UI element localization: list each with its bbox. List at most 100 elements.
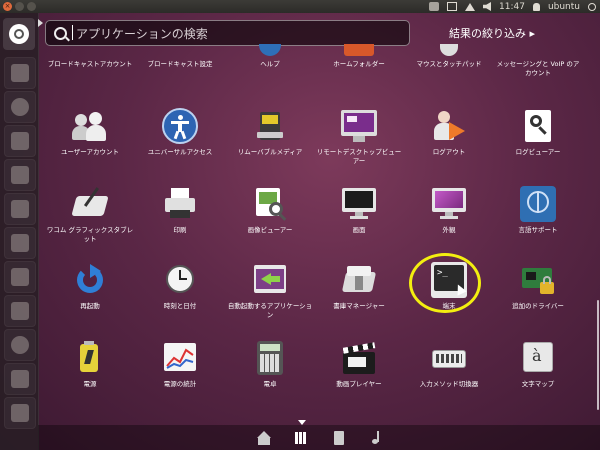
minimize-button[interactable] <box>15 2 24 11</box>
app-label: リムーバブルメディア <box>237 148 303 156</box>
app-label: 電源の統計 <box>163 380 197 388</box>
app-label: ログビューアー <box>515 148 561 156</box>
character-map-icon: à <box>520 340 556 376</box>
ubuntu-logo-icon <box>9 24 29 44</box>
app-archive-manager[interactable]: 書庫マネージャー <box>313 262 405 311</box>
launcher-writer[interactable] <box>4 125 36 157</box>
app-label: 画像ビューアー <box>247 226 293 234</box>
broadcast-accounts-icon <box>72 44 108 56</box>
network-icon[interactable] <box>465 2 475 11</box>
app-video-player[interactable]: 動画プレイヤー <box>313 340 405 389</box>
app-logout[interactable]: ログアウト <box>403 108 495 157</box>
scrollbar[interactable] <box>597 300 599 410</box>
launcher-settings[interactable] <box>4 295 36 327</box>
app-universal-access[interactable]: ユニバーサルアクセス <box>134 108 226 157</box>
search-box[interactable]: アプリケーションの検索 <box>45 20 410 46</box>
launcher-software-center[interactable] <box>4 227 36 259</box>
app-messaging[interactable]: メッセージングと VoIP のアカウント <box>492 44 584 78</box>
power-statistics-icon <box>162 340 198 376</box>
app-character-map[interactable]: à 文字マップ <box>492 340 584 389</box>
app-label: 時刻と日付 <box>163 302 197 310</box>
appearance-icon <box>431 186 467 222</box>
home-lens-icon[interactable] <box>257 431 271 445</box>
logout-icon <box>431 108 467 144</box>
highlight-ring <box>409 253 481 313</box>
launcher-files[interactable] <box>4 57 36 89</box>
launcher <box>0 13 39 450</box>
folder-icon <box>11 64 29 82</box>
music-lens-icon[interactable] <box>369 431 383 445</box>
app-broadcast-accounts[interactable]: ブロードキャストアカウント <box>44 44 136 69</box>
calculator-icon <box>252 340 288 376</box>
launcher-calc[interactable] <box>4 159 36 191</box>
close-button[interactable]: × <box>3 2 12 11</box>
ubuntu-one-icon <box>11 268 29 286</box>
app-power-statistics[interactable]: 電源の統計 <box>134 340 226 389</box>
app-additional-drivers[interactable]: 追加のドライバー <box>492 262 584 311</box>
launcher-firefox[interactable] <box>4 91 36 123</box>
app-log-viewer[interactable]: ログビューアー <box>492 108 584 157</box>
dash-home-button[interactable] <box>3 18 35 50</box>
app-mouse[interactable]: マウスとタッチパッド <box>403 44 495 69</box>
launcher-impress[interactable] <box>4 193 36 225</box>
power-menu-icon[interactable] <box>588 2 596 11</box>
launcher-ubuntu-one[interactable] <box>4 261 36 293</box>
app-label: 追加のドライバー <box>512 302 564 310</box>
app-removable-media[interactable]: リムーバブルメディア <box>224 108 316 157</box>
clock-icon <box>162 262 198 298</box>
launcher-workspaces[interactable] <box>4 363 36 395</box>
launcher-system-settings[interactable] <box>4 329 36 361</box>
mail-icon[interactable] <box>447 2 457 11</box>
maximize-button[interactable] <box>27 2 36 11</box>
archive-manager-icon <box>341 262 377 298</box>
keyboard-indicator-icon[interactable] <box>429 2 439 11</box>
app-power[interactable]: 電源 <box>44 340 136 389</box>
app-display[interactable]: 画面 <box>313 186 405 235</box>
app-label: ユーザーアカウント <box>60 148 120 156</box>
home-folder-icon <box>344 44 374 56</box>
app-help[interactable]: ヘルプ <box>224 44 316 69</box>
workspaces-icon <box>11 370 29 388</box>
applications-lens-icon[interactable] <box>294 431 308 445</box>
wacom-tablet-icon <box>71 186 109 222</box>
files-lens-icon[interactable] <box>332 431 346 445</box>
text-caret <box>72 25 73 40</box>
app-label: 印刷 <box>173 226 187 234</box>
users-icon <box>72 108 108 144</box>
additional-drivers-icon <box>520 262 556 298</box>
clock-time[interactable]: 11:47 <box>499 2 525 12</box>
app-print[interactable]: 印刷 <box>134 186 226 235</box>
app-input-method[interactable]: 入力メソッド切換器 <box>403 340 495 389</box>
power-icon <box>72 340 108 376</box>
window-controls: × <box>3 2 36 11</box>
app-appearance[interactable]: 外観 <box>403 186 495 235</box>
app-calculator[interactable]: 電卓 <box>224 340 316 389</box>
app-home-folder[interactable]: ホームフォルダー <box>313 44 405 69</box>
app-restart[interactable]: 再起動 <box>44 262 136 311</box>
gear-icon <box>11 336 29 354</box>
remote-desktop-icon <box>341 108 377 144</box>
search-input[interactable]: アプリケーションの検索 <box>76 25 208 42</box>
system-tray: 11:47 ubuntu <box>429 0 596 13</box>
settings-icon <box>11 302 29 320</box>
launcher-trash[interactable] <box>4 397 36 429</box>
app-startup[interactable]: 自動起動するアプリケーション <box>224 262 316 320</box>
filter-results-button[interactable]: 結果の絞り込み ▸ <box>449 25 535 41</box>
language-support-icon <box>520 186 556 222</box>
app-image-viewer[interactable]: 画像ビューアー <box>224 186 316 235</box>
volume-icon[interactable] <box>483 2 491 11</box>
app-language-support[interactable]: 言語サポート <box>492 186 584 235</box>
app-label: 書庫マネージャー <box>333 302 385 310</box>
app-label: 外観 <box>442 226 456 234</box>
app-label: 画面 <box>352 226 366 234</box>
app-remote-desktop[interactable]: リモートデスクトップビューアー <box>313 108 405 166</box>
writer-icon <box>11 132 29 150</box>
app-user-accounts[interactable]: ユーザーアカウント <box>44 108 136 157</box>
app-wacom-tablet[interactable]: ワコム グラフィックスタブレット <box>44 186 136 244</box>
user-name[interactable]: ubuntu <box>548 2 580 12</box>
app-broadcast-settings[interactable]: ブロードキャスト設定 <box>134 44 226 69</box>
app-label: ヘルプ <box>260 60 280 68</box>
app-label: ホームフォルダー <box>333 60 385 68</box>
app-time-date[interactable]: 時刻と日付 <box>134 262 226 311</box>
app-label: 動画プレイヤー <box>336 380 382 388</box>
